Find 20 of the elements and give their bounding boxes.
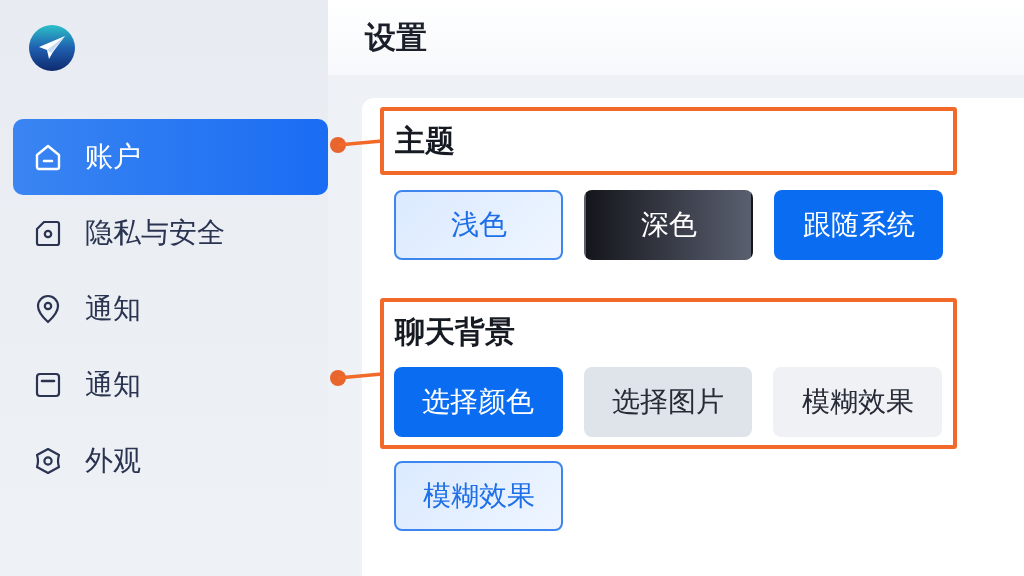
option-button[interactable]: 深色 [584, 190, 753, 260]
window-icon [33, 370, 63, 400]
page-title: 设置 [365, 17, 427, 57]
section-title: 聊天背景 [395, 313, 516, 351]
option-button[interactable]: 模糊效果 [773, 367, 942, 437]
tag-icon [33, 218, 63, 248]
sidebar-item[interactable]: 账户 [13, 119, 328, 195]
sidebar-item[interactable]: 隐私与安全 [13, 195, 328, 271]
sidebar-item[interactable]: 通知 [13, 347, 328, 423]
option-button[interactable]: 选择图片 [583, 367, 753, 437]
home-icon [33, 142, 63, 172]
option-button[interactable]: 跟随系统 [774, 190, 943, 260]
option-button[interactable]: 模糊效果 [394, 461, 563, 531]
section-title: 主题 [395, 122, 456, 160]
option-button[interactable]: 选择颜色 [394, 367, 563, 437]
sidebar-item[interactable]: 外观 [13, 423, 328, 499]
sidebar-item[interactable]: 通知 [13, 271, 328, 347]
hexagon-icon [33, 446, 63, 476]
paper-plane-logo-icon [29, 25, 75, 71]
option-button[interactable]: 浅色 [394, 190, 563, 260]
